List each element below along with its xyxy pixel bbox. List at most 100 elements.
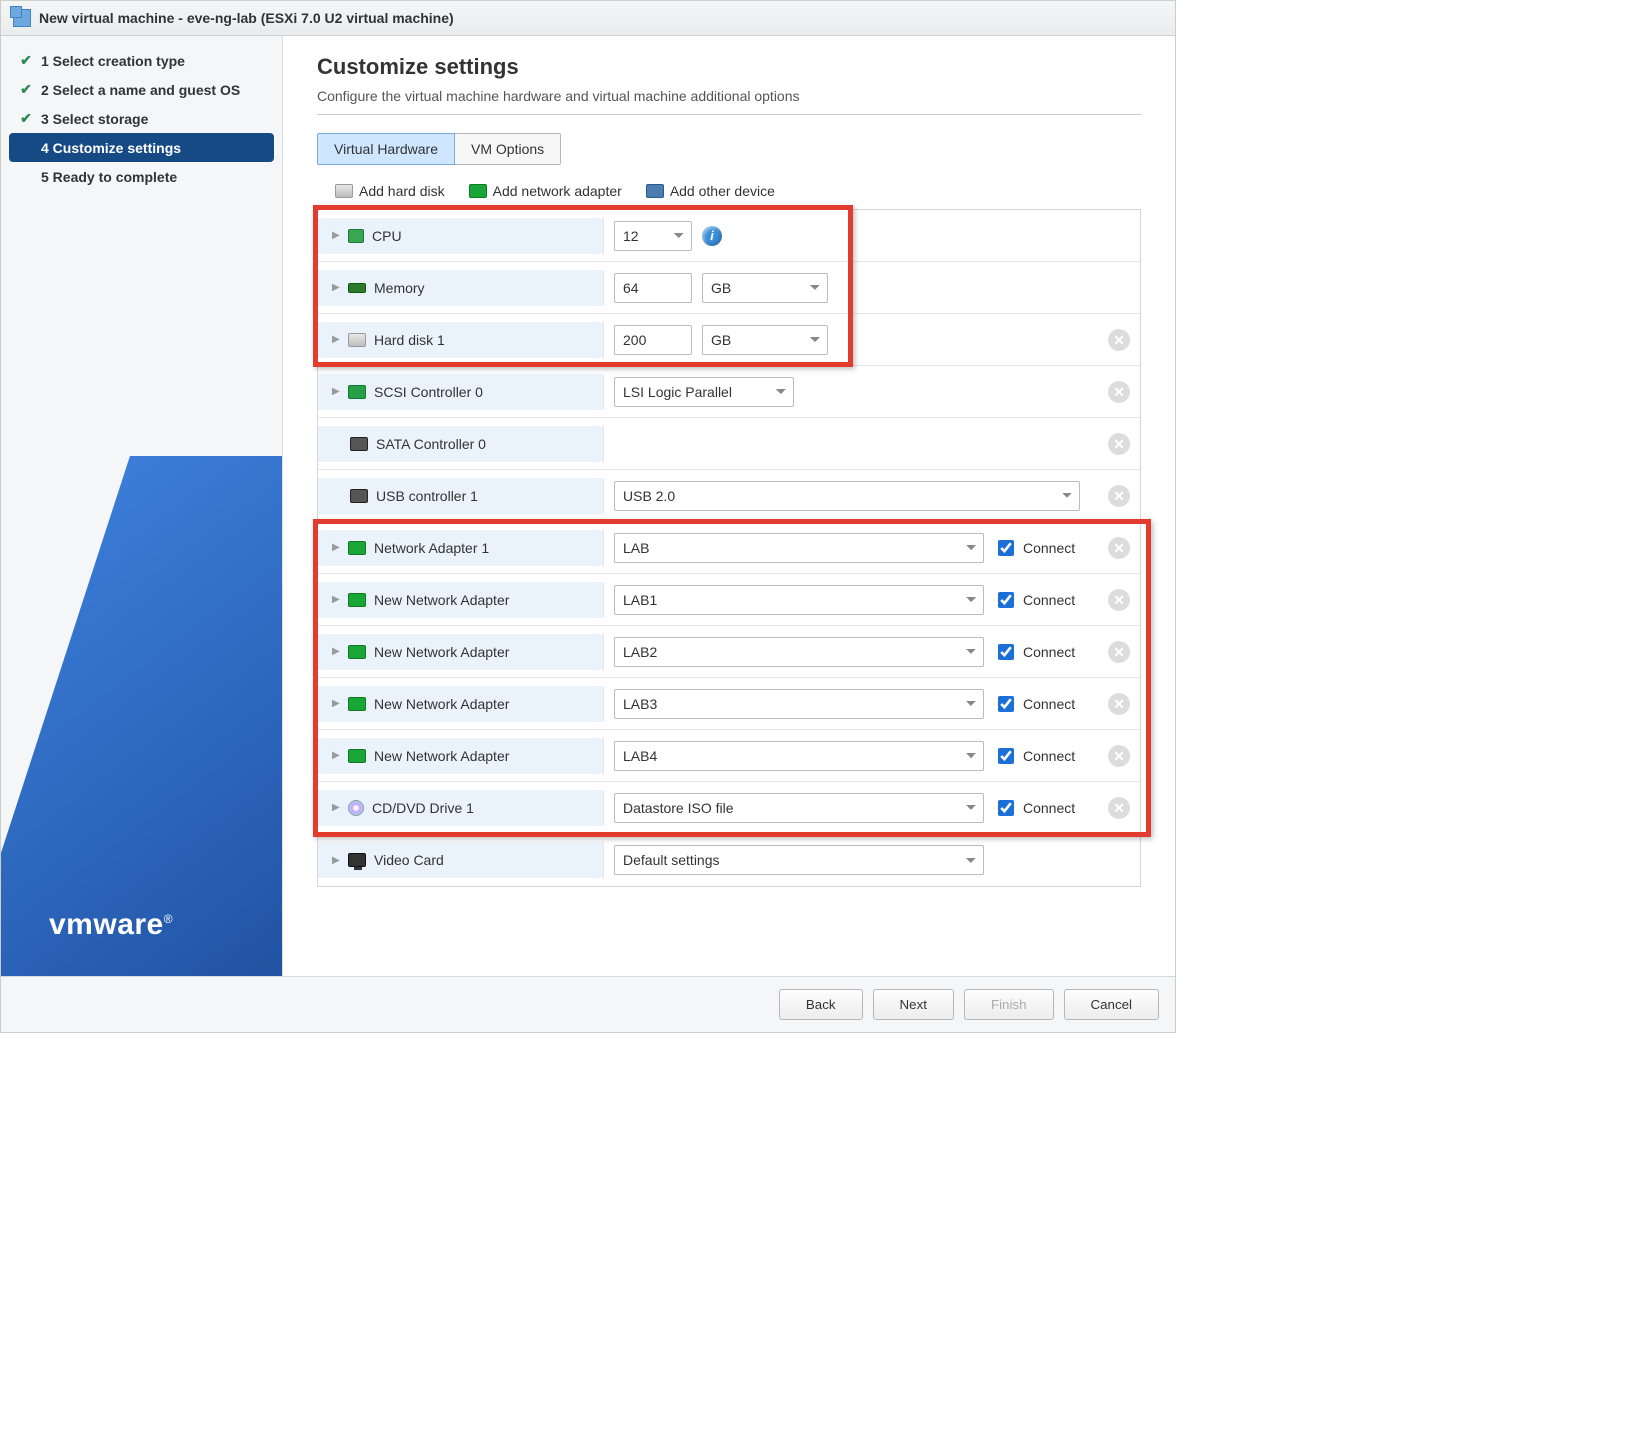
connect-label: Connect (1023, 540, 1075, 556)
toolbar-label: Add other device (670, 183, 775, 199)
hw-label: Hard disk 1 (374, 332, 445, 348)
remove-icon[interactable]: ✕ (1108, 537, 1130, 559)
expand-icon[interactable]: ▶ (332, 646, 340, 657)
connect-checkbox[interactable]: Connect (994, 745, 1075, 767)
expand-icon[interactable]: ▶ (332, 855, 340, 866)
expand-icon[interactable]: ▶ (332, 802, 340, 813)
add-other-device-button[interactable]: Add other device (646, 183, 775, 199)
hard-disk-unit-select[interactable]: GB (702, 325, 828, 355)
usb-type-select[interactable]: USB 2.0 (614, 481, 1080, 511)
back-button[interactable]: Back (779, 989, 863, 1020)
add-network-adapter-button[interactable]: Add network adapter (469, 183, 622, 199)
remove-icon[interactable]: ✕ (1108, 589, 1130, 611)
check-icon: ✔ (19, 110, 33, 127)
expand-icon[interactable]: ▶ (332, 594, 340, 605)
toolbar-label: Add hard disk (359, 183, 445, 199)
tab-virtual-hardware[interactable]: Virtual Hardware (317, 133, 455, 165)
hw-label: SATA Controller 0 (376, 436, 486, 452)
expand-icon[interactable]: ▶ (332, 698, 340, 709)
row-network-adapter-2: ▶ New Network Adapter LAB1 Connect ✕ (318, 574, 1140, 626)
hw-label: Video Card (374, 852, 444, 868)
memory-input[interactable] (614, 273, 692, 303)
wizard-footer: Back Next Finish Cancel (1, 976, 1175, 1032)
hardware-toolbar: Add hard disk Add network adapter Add ot… (317, 179, 1141, 209)
window-title: New virtual machine - eve-ng-lab (ESXi 7… (39, 10, 454, 26)
remove-icon[interactable]: ✕ (1108, 797, 1130, 819)
brand-logo: vmware® (49, 908, 173, 942)
network-adapter-icon (469, 184, 487, 198)
next-button[interactable]: Next (873, 989, 954, 1020)
connect-checkbox[interactable]: Connect (994, 537, 1075, 559)
info-icon[interactable]: i (702, 226, 722, 246)
video-settings-select[interactable]: Default settings (614, 845, 984, 875)
scsi-type-select[interactable]: LSI Logic Parallel (614, 377, 794, 407)
remove-icon[interactable]: ✕ (1108, 381, 1130, 403)
remove-icon[interactable]: ✕ (1108, 433, 1130, 455)
step-1[interactable]: ✔ 1 Select creation type (9, 46, 274, 75)
expand-icon[interactable]: ▶ (332, 386, 340, 397)
connect-checkbox[interactable]: Connect (994, 641, 1075, 663)
tab-vm-options[interactable]: VM Options (455, 133, 561, 165)
page-subtitle: Configure the virtual machine hardware a… (317, 88, 1141, 104)
expand-icon[interactable]: ▶ (332, 282, 340, 293)
scsi-icon (348, 385, 366, 399)
check-icon: ✔ (19, 52, 33, 69)
network-adapter-icon (348, 749, 366, 763)
row-network-adapter-1: ▶Network Adapter 1 LAB Connect ✕ (318, 522, 1140, 574)
network-select[interactable]: LAB2 (614, 637, 984, 667)
step-5: ✔5 Ready to complete (9, 162, 274, 191)
remove-icon[interactable]: ✕ (1108, 641, 1130, 663)
hard-disk-icon (335, 184, 353, 198)
network-adapter-icon (348, 541, 366, 555)
connect-label: Connect (1023, 800, 1075, 816)
memory-unit-select[interactable]: GB (702, 273, 828, 303)
memory-icon (348, 283, 366, 293)
add-hard-disk-button[interactable]: Add hard disk (335, 183, 445, 199)
row-usb-controller: USB controller 1 USB 2.0 ✕ (318, 470, 1140, 522)
remove-icon[interactable]: ✕ (1108, 693, 1130, 715)
hw-label: CD/DVD Drive 1 (372, 800, 474, 816)
connect-checkbox[interactable]: Connect (994, 797, 1075, 819)
network-adapter-icon (348, 697, 366, 711)
cpu-count-select[interactable]: 12 (614, 221, 692, 251)
expand-icon[interactable]: ▶ (332, 542, 340, 553)
titlebar: New virtual machine - eve-ng-lab (ESXi 7… (1, 0, 1175, 36)
remove-icon[interactable]: ✕ (1108, 745, 1130, 767)
network-select[interactable]: LAB3 (614, 689, 984, 719)
connect-label: Connect (1023, 644, 1075, 660)
connect-checkbox[interactable]: Connect (994, 589, 1075, 611)
row-sata-controller: SATA Controller 0 ✕ (318, 418, 1140, 470)
hard-disk-icon (348, 333, 366, 347)
cancel-button[interactable]: Cancel (1064, 989, 1160, 1020)
row-hard-disk-1: ▶ Hard disk 1 GB ✕ (318, 314, 1140, 366)
network-select[interactable]: LAB (614, 533, 984, 563)
step-3[interactable]: ✔3 Select storage (9, 104, 274, 133)
wizard-steps: ✔ 1 Select creation type ✔2 Select a name… (1, 36, 282, 201)
step-2[interactable]: ✔2 Select a name and guest OS (9, 75, 274, 104)
connect-checkbox[interactable]: Connect (994, 693, 1075, 715)
network-select[interactable]: LAB1 (614, 585, 984, 615)
hard-disk-size-input[interactable] (614, 325, 692, 355)
remove-icon[interactable]: ✕ (1108, 329, 1130, 351)
usb-icon (350, 489, 368, 503)
step-label: 1 Select creation type (41, 53, 185, 69)
finish-button: Finish (964, 989, 1054, 1020)
connect-label: Connect (1023, 748, 1075, 764)
expand-icon[interactable]: ▶ (332, 750, 340, 761)
hw-label: CPU (372, 228, 402, 244)
network-select[interactable]: LAB4 (614, 741, 984, 771)
row-scsi-controller: ▶SCSI Controller 0 LSI Logic Parallel ✕ (318, 366, 1140, 418)
divider (317, 114, 1141, 115)
step-4[interactable]: ✔4 Customize settings (9, 133, 274, 162)
expand-icon[interactable]: ▶ (332, 230, 340, 241)
cd-source-select[interactable]: Datastore ISO file (614, 793, 984, 823)
toolbar-label: Add network adapter (493, 183, 622, 199)
expand-icon[interactable]: ▶ (332, 334, 340, 345)
remove-icon[interactable]: ✕ (1108, 485, 1130, 507)
row-network-adapter-3: ▶New Network Adapter LAB2 Connect ✕ (318, 626, 1140, 678)
hw-label: New Network Adapter (374, 592, 509, 608)
hw-label: USB controller 1 (376, 488, 478, 504)
row-network-adapter-5: ▶ New Network Adapter LAB4 Connect ✕ (318, 730, 1140, 782)
hw-label: New Network Adapter (374, 748, 509, 764)
row-network-adapter-4: ▶New Network Adapter LAB3 Connect ✕ (318, 678, 1140, 730)
